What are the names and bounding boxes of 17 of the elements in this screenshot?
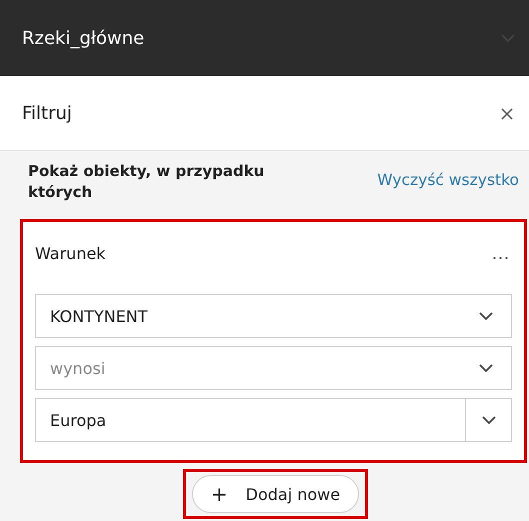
layer-title: Rzeki_główne (22, 28, 144, 48)
dropdown[interactable]: KONTYNENT (35, 294, 512, 338)
condition-title: Warunek (35, 244, 106, 262)
more-button[interactable]: ... (492, 242, 510, 264)
clear-all-link[interactable]: Wyczyść wszystko (377, 171, 519, 189)
dropdown-value: wynosi (50, 358, 106, 378)
combo-box[interactable]: Europa (35, 398, 512, 442)
chevron-down-icon (479, 364, 493, 372)
dropdown-value: KONTYNENT (50, 306, 148, 326)
chevron-down-icon (482, 416, 496, 424)
chevron-down-icon (501, 34, 515, 42)
filter-prompt: Pokaż obiekty, w przypadku których (28, 161, 266, 203)
panel-title: Filtruj (22, 102, 72, 124)
close-icon (501, 108, 513, 120)
add-new-button[interactable]: + Dodaj nowe (192, 475, 360, 513)
chevron-down-icon (479, 312, 493, 320)
combo-value: Europa (49, 410, 108, 432)
